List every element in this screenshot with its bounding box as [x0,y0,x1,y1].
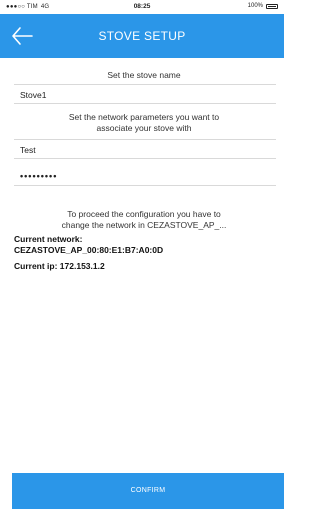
instructions-line2: change the network in CEZASTOVE_AP_... [61,220,227,230]
network-params-label-line2: associate your stove with [96,123,192,133]
ssid-input[interactable]: Test [14,139,276,159]
current-ip: Current ip: 172.153.1.2 [14,261,105,271]
left-margin-strip [0,58,12,509]
current-network-value: CEZASTOVE_AP_00:80:E1:B7:A0:0D [14,245,164,255]
status-time: 08:25 [133,3,151,10]
network-params-label-line1: Set the network parameters you want to [68,112,220,122]
instructions-line1: To proceed the configuration you have to [67,209,221,219]
status-right: 100% [248,3,278,9]
battery-icon [266,3,278,9]
current-network-label: Current network: [14,234,83,244]
app-header: STOVE SETUP [0,14,284,58]
page-title: STOVE SETUP [98,29,186,43]
stove-setup-screen: ●●●○○ TIM 4G 08:25 100% STOVE SETUP Set … [0,0,284,509]
stove-name-input[interactable]: Stove1 [14,84,276,104]
status-bar: ●●●○○ TIM 4G 08:25 100% [0,0,284,14]
network-params-label: Set the network parameters you want to a… [14,112,274,134]
password-input[interactable]: ••••••••• [14,166,276,186]
instructions-text: To proceed the configuration you have to… [14,209,274,231]
confirm-button[interactable]: CONFIRM [12,473,284,509]
battery-percent: 100% [247,3,263,9]
stove-name-label: Set the stove name [107,70,181,80]
